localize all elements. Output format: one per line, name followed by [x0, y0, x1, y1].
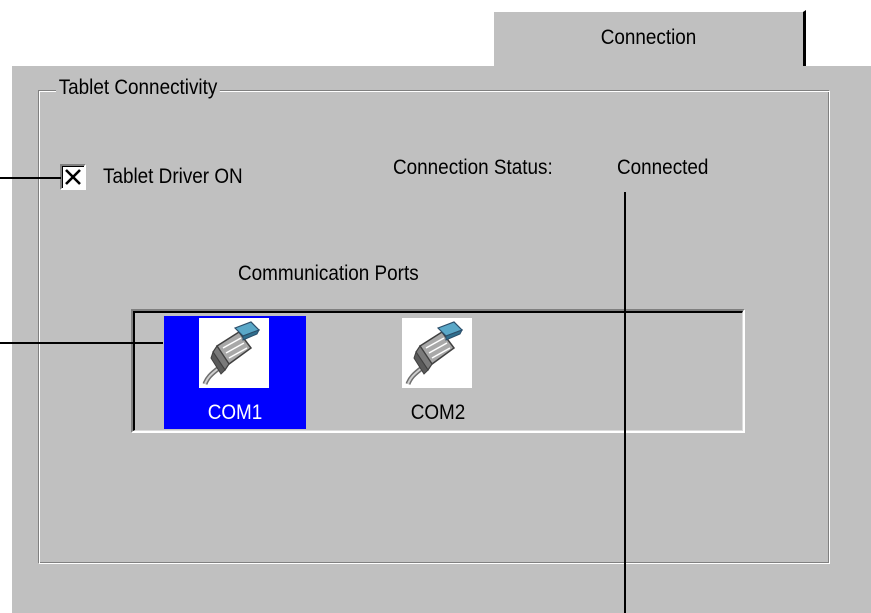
tab-connection-label: Connection [600, 26, 697, 49]
tab-connection[interactable]: Connection [492, 10, 806, 66]
callout-line-status [624, 192, 626, 613]
connection-status-value: Connected [617, 156, 709, 179]
port-com1-label: COM1 [207, 401, 263, 424]
serial-connector-icon [199, 318, 269, 388]
callout-line-port [0, 342, 163, 344]
group-title: Tablet Connectivity [56, 76, 221, 100]
communication-ports-list[interactable]: COM1 COM2 [131, 309, 745, 433]
callout-line-checkbox [0, 177, 61, 179]
port-com2[interactable]: COM2 [367, 316, 509, 429]
port-com1[interactable]: COM1 [164, 316, 306, 429]
tablet-driver-checkbox[interactable] [60, 164, 86, 190]
tablet-properties-dialog: Connection Tablet Connectivity Tablet Dr… [0, 0, 871, 613]
serial-connector-icon [402, 318, 472, 388]
check-x-icon [65, 169, 81, 185]
port-com2-label: COM2 [410, 401, 466, 424]
ports-list-frame: COM1 COM2 [133, 311, 743, 431]
connection-status-label: Connection Status: [393, 156, 553, 179]
tablet-driver-label[interactable]: Tablet Driver ON [103, 165, 243, 189]
communication-ports-title: Communication Ports [238, 262, 419, 285]
